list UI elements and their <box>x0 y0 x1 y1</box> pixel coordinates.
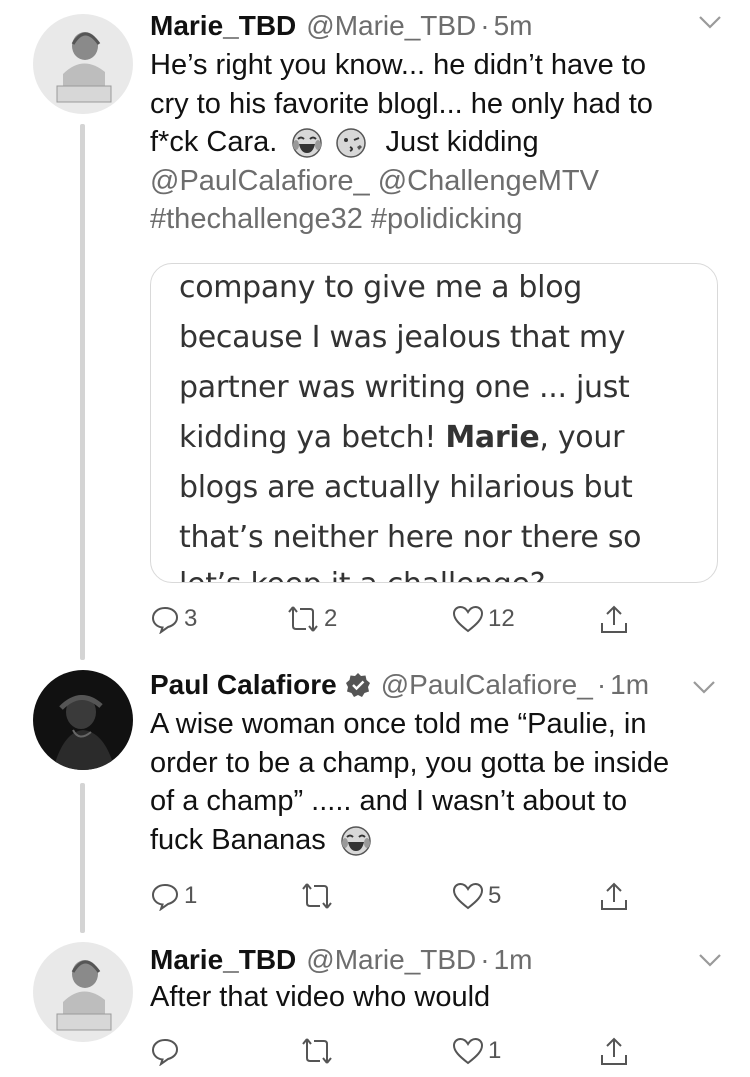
quote-text: kidding ya betch! <box>179 420 446 455</box>
chevron-down-icon[interactable] <box>692 679 716 695</box>
timestamp[interactable]: 1m <box>610 669 649 701</box>
avatar-paul[interactable] <box>33 670 133 770</box>
timestamp[interactable]: 5m <box>494 10 533 42</box>
retweet-icon <box>302 883 332 909</box>
verified-badge-icon <box>345 673 370 697</box>
handle[interactable]: @PaulCalafiore_ <box>381 669 593 701</box>
quoted-image[interactable]: company to give me a blog because I was … <box>150 263 718 583</box>
timestamp[interactable]: 1m <box>494 944 533 976</box>
reply-button[interactable] <box>150 1036 184 1066</box>
dot-separator: · <box>596 669 607 700</box>
reply-button[interactable]: 3 <box>150 604 197 634</box>
text-line: order to be a champ, you gotta be inside <box>150 746 670 779</box>
like-count: 12 <box>488 605 515 632</box>
laughing-emoji-icon <box>292 128 323 159</box>
tweet-actions: 3 2 12 <box>150 604 640 644</box>
hashtags-line[interactable]: #thechallenge32 #polidicking <box>150 200 653 239</box>
quote-text-line: blogs are actually hilarious but <box>179 470 633 505</box>
text-line-with-emoji: f*ck Cara. Just kidding <box>150 123 653 162</box>
quote-text-line: that’s neither here nor there so <box>179 520 642 555</box>
dot-separator: · <box>480 10 490 41</box>
text-line: He’s right you know... he didn’t have to <box>150 49 646 81</box>
display-name[interactable]: Marie_TBD <box>150 944 296 976</box>
avatar-marie[interactable] <box>33 942 133 1042</box>
thread-line <box>80 783 85 933</box>
mentions-line[interactable]: @PaulCalafiore_ @ChallengeMTV <box>150 162 653 201</box>
retweet-button[interactable] <box>300 1036 338 1066</box>
avatar-marie[interactable] <box>33 14 133 114</box>
retweet-icon <box>288 606 318 632</box>
display-name[interactable]: Marie_TBD <box>150 10 296 42</box>
reply-count: 3 <box>184 605 198 632</box>
chevron-down-icon[interactable] <box>698 952 722 968</box>
thread-line <box>80 124 85 660</box>
retweet-icon <box>302 1038 332 1064</box>
share-icon <box>601 605 627 633</box>
quote-text-line: because I was jealous that my <box>179 320 626 355</box>
tweet-text: A wise woman once told me “Paulie, in or… <box>150 705 669 859</box>
reply-count: 1 <box>184 882 198 909</box>
display-name[interactable]: Paul Calafiore <box>150 669 337 701</box>
text-line: f*ck Cara. <box>150 126 278 158</box>
tweet-actions: 1 5 <box>150 881 640 921</box>
like-button[interactable]: 5 <box>452 881 501 911</box>
reply-icon <box>151 606 179 634</box>
like-count: 5 <box>488 882 502 909</box>
tweet-header: Paul Calafiore @PaulCalafiore_ · 1m <box>150 663 649 707</box>
tweet-2[interactable]: Paul Calafiore @PaulCalafiore_ · 1m A wi… <box>0 663 750 933</box>
chevron-down-icon[interactable] <box>698 14 722 30</box>
text-line: fuck Bananas <box>150 823 326 856</box>
tweet-actions: 1 <box>150 1036 640 1076</box>
share-button[interactable] <box>598 1036 630 1068</box>
reply-icon <box>151 883 179 911</box>
kissing-emoji-icon <box>336 128 367 159</box>
retweet-count: 2 <box>324 605 338 632</box>
handle[interactable]: @Marie_TBD <box>306 10 476 42</box>
quote-text-line: partner was writing one ... just <box>179 370 630 405</box>
laughing-emoji-icon <box>341 826 371 856</box>
handle[interactable]: @Marie_TBD <box>306 944 476 976</box>
text-line: cry to his favorite blogl... he only had… <box>150 87 653 120</box>
quote-text-line: let’s keep it a challenge? <box>179 567 546 582</box>
reply-icon <box>151 1038 179 1066</box>
tweet-3[interactable]: Marie_TBD @Marie_TBD · 1m After that vid… <box>0 938 750 1077</box>
quote-text-line: company to give me a blog <box>179 270 582 305</box>
text-line-with-emoji: fuck Bananas <box>150 821 669 860</box>
tweet-1[interactable]: Marie_TBD @Marie_TBD · 5m He’s right you… <box>0 0 750 660</box>
reply-button[interactable]: 1 <box>150 881 197 911</box>
like-icon <box>452 605 484 633</box>
like-count: 1 <box>488 1037 502 1064</box>
quote-text-line-mixed: kidding ya betch! Marie, your <box>179 420 624 455</box>
share-button[interactable] <box>598 604 630 636</box>
tweet-text: He’s right you know... he didn’t have to… <box>150 46 653 239</box>
tweet-header: Marie_TBD @Marie_TBD · 5m <box>150 4 533 48</box>
like-icon <box>452 1037 484 1065</box>
tweet-header: Marie_TBD @Marie_TBD · 1m <box>150 938 533 982</box>
retweet-button[interactable]: 2 <box>286 604 337 634</box>
quote-text: , your <box>539 420 625 455</box>
share-icon <box>601 882 627 910</box>
quote-bold-name: Marie <box>445 420 540 455</box>
share-icon <box>601 1037 627 1065</box>
like-icon <box>452 882 484 910</box>
dot-separator: · <box>480 944 490 975</box>
retweet-button[interactable] <box>300 881 338 911</box>
share-button[interactable] <box>598 881 630 913</box>
text-line: of a champ” ..... and I wasn’t about to <box>150 785 628 817</box>
text-line: A wise woman once told me “Paulie, in <box>150 708 647 740</box>
text-after-emoji: Just kidding <box>385 126 539 158</box>
text-line: After that video who would <box>150 981 491 1013</box>
like-button[interactable]: 12 <box>452 604 515 634</box>
like-button[interactable]: 1 <box>452 1036 501 1066</box>
tweet-text: After that video who would <box>150 978 490 1017</box>
